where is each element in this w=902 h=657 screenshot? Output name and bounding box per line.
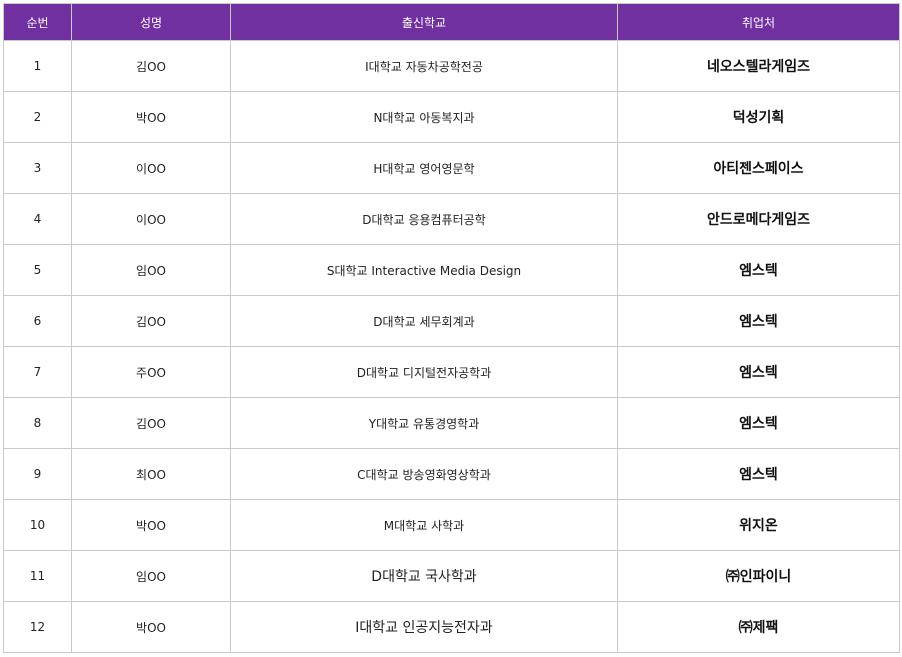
- row-number: 2: [3, 91, 72, 143]
- table-row: 4 이OO D대학교 응용컴퓨터공학 안드로메다게임즈: [3, 193, 900, 245]
- row-school: I대학교 자동차공학전공: [230, 40, 618, 92]
- table-row: 8 김OO Y대학교 유통경영학과 엠스텍: [3, 397, 900, 449]
- row-employer: 엠스텍: [617, 448, 900, 500]
- table-row: 10 박OO M대학교 사학과 위지온: [3, 499, 900, 551]
- row-school: D대학교 응용컴퓨터공학: [230, 193, 618, 245]
- row-employer: 엠스텍: [617, 346, 900, 398]
- row-number: 1: [3, 40, 72, 92]
- row-school: M대학교 사학과: [230, 499, 618, 551]
- row-school: D대학교 국사학과: [230, 550, 618, 602]
- row-number: 3: [3, 142, 72, 194]
- row-school: I대학교 인공지능전자과: [230, 601, 618, 653]
- header-employer: 취업처: [617, 3, 900, 41]
- row-employer: 엠스텍: [617, 295, 900, 347]
- header-number: 순번: [3, 3, 72, 41]
- row-name: 박OO: [71, 601, 231, 653]
- row-school: D대학교 세무회계과: [230, 295, 618, 347]
- table-row: 1 김OO I대학교 자동차공학전공 네오스텔라게임즈: [3, 40, 900, 92]
- row-number: 10: [3, 499, 72, 551]
- row-name: 김OO: [71, 40, 231, 92]
- row-employer: ㈜제팩: [617, 601, 900, 653]
- row-employer: 엠스텍: [617, 397, 900, 449]
- row-employer: ㈜인파이니: [617, 550, 900, 602]
- row-employer: 위지온: [617, 499, 900, 551]
- row-employer: 덕성기획: [617, 91, 900, 143]
- row-number: 9: [3, 448, 72, 500]
- row-employer: 네오스텔라게임즈: [617, 40, 900, 92]
- row-school: S대학교 Interactive Media Design: [230, 244, 618, 296]
- table-body: 1 김OO I대학교 자동차공학전공 네오스텔라게임즈 2 박OO N대학교 아…: [3, 40, 900, 653]
- table-header: 순번 성명 출신학교 취업처: [3, 3, 900, 41]
- row-number: 8: [3, 397, 72, 449]
- row-school: D대학교 디지털전자공학과: [230, 346, 618, 398]
- table-row: 5 임OO S대학교 Interactive Media Design 엠스텍: [3, 244, 900, 296]
- row-number: 4: [3, 193, 72, 245]
- header-school: 출신학교: [230, 3, 618, 41]
- row-name: 박OO: [71, 499, 231, 551]
- table-row: 2 박OO N대학교 아동복지과 덕성기획: [3, 91, 900, 143]
- row-employer: 안드로메다게임즈: [617, 193, 900, 245]
- row-school: C대학교 방송영화영상학과: [230, 448, 618, 500]
- table-row: 9 최OO C대학교 방송영화영상학과 엠스텍: [3, 448, 900, 500]
- table-row: 7 주OO D대학교 디지털전자공학과 엠스텍: [3, 346, 900, 398]
- table-row: 12 박OO I대학교 인공지능전자과 ㈜제팩: [3, 601, 900, 653]
- header-row: 순번 성명 출신학교 취업처: [3, 3, 900, 41]
- row-name: 김OO: [71, 397, 231, 449]
- row-number: 5: [3, 244, 72, 296]
- employment-table: 순번 성명 출신학교 취업처 1 김OO I대학교 자동차공학전공 네오스텔라게…: [3, 3, 900, 653]
- row-school: Y대학교 유통경영학과: [230, 397, 618, 449]
- employment-table-container: 순번 성명 출신학교 취업처 1 김OO I대학교 자동차공학전공 네오스텔라게…: [3, 3, 900, 653]
- row-school: N대학교 아동복지과: [230, 91, 618, 143]
- row-name: 임OO: [71, 244, 231, 296]
- row-name: 이OO: [71, 142, 231, 194]
- row-name: 주OO: [71, 346, 231, 398]
- row-employer: 엠스텍: [617, 244, 900, 296]
- row-name: 최OO: [71, 448, 231, 500]
- table-row: 6 김OO D대학교 세무회계과 엠스텍: [3, 295, 900, 347]
- header-name: 성명: [71, 3, 231, 41]
- row-number: 6: [3, 295, 72, 347]
- table-row: 11 임OO D대학교 국사학과 ㈜인파이니: [3, 550, 900, 602]
- row-name: 박OO: [71, 91, 231, 143]
- row-name: 김OO: [71, 295, 231, 347]
- table-row: 3 이OO H대학교 영어영문학 아티젠스페이스: [3, 142, 900, 194]
- row-name: 이OO: [71, 193, 231, 245]
- row-employer: 아티젠스페이스: [617, 142, 900, 194]
- row-number: 11: [3, 550, 72, 602]
- row-name: 임OO: [71, 550, 231, 602]
- row-school: H대학교 영어영문학: [230, 142, 618, 194]
- row-number: 12: [3, 601, 72, 653]
- row-number: 7: [3, 346, 72, 398]
